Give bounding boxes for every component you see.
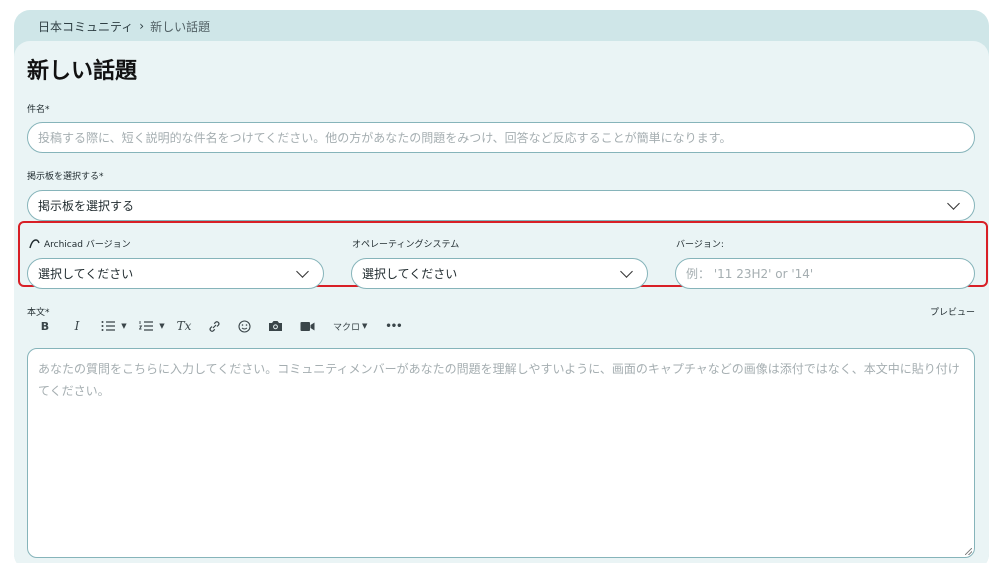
numbered-list-icon[interactable] xyxy=(138,318,154,334)
board-select[interactable]: 掲示板を選択する xyxy=(27,190,975,221)
archicad-version-label-text: Archicad バージョン xyxy=(44,240,131,250)
body-label: 本文* xyxy=(27,308,50,318)
board-label: 掲示板を選択する* xyxy=(27,172,104,182)
version-label: バージョン: xyxy=(676,240,724,250)
macro-dropdown[interactable]: マクロ ▼ xyxy=(333,318,367,334)
version-field-wrapper xyxy=(675,258,975,289)
editor-toolbar: B I ▼ ▼ Tx マクロ ▼ ••• xyxy=(38,318,403,334)
bullet-list-icon[interactable] xyxy=(100,318,116,334)
video-icon[interactable] xyxy=(299,318,315,334)
camera-icon[interactable] xyxy=(267,318,283,334)
more-options-button[interactable]: ••• xyxy=(385,318,402,334)
caret-down-icon[interactable]: ▼ xyxy=(158,318,166,334)
os-select[interactable]: 選択してください xyxy=(351,258,648,289)
breadcrumb-separator: › xyxy=(139,19,145,33)
body-placeholder: あなたの質問をこちらに入力してください。コミュニティメンバーがあなたの問題を理解… xyxy=(38,362,960,398)
caret-down-icon: ▼ xyxy=(362,322,368,330)
os-label: オペレーティングシステム xyxy=(352,240,460,250)
preview-link[interactable]: プレビュー xyxy=(930,305,975,318)
breadcrumb-parent-link[interactable]: 日本コミュニティ xyxy=(38,18,133,35)
version-input[interactable] xyxy=(686,266,964,281)
clear-format-button[interactable]: Tx xyxy=(176,318,192,334)
board-select-value: 掲示板を選択する xyxy=(38,199,135,213)
page-frame: 日本コミュニティ › 新しい話題 新しい話題 件名* 掲示板を選択する* 掲示板… xyxy=(14,10,989,563)
resize-handle-icon[interactable] xyxy=(965,548,972,555)
caret-down-icon[interactable]: ▼ xyxy=(120,318,128,334)
archicad-logo-icon xyxy=(29,238,40,248)
macro-label: マクロ xyxy=(333,322,361,333)
chevron-down-icon xyxy=(947,196,960,210)
chevron-down-icon xyxy=(620,264,633,278)
os-select-value: 選択してください xyxy=(362,267,458,281)
new-topic-form: 新しい話題 件名* 掲示板を選択する* 掲示板を選択する Archicad バー… xyxy=(14,41,989,563)
breadcrumb-current: 新しい話題 xyxy=(150,19,211,34)
italic-button[interactable]: I xyxy=(69,318,85,334)
link-icon[interactable] xyxy=(206,318,222,334)
subject-field-wrapper xyxy=(27,122,975,153)
emoji-icon[interactable] xyxy=(236,318,252,334)
body-editor[interactable]: あなたの質問をこちらに入力してください。コミュニティメンバーがあなたの問題を理解… xyxy=(27,348,975,558)
archicad-version-select-value: 選択してください xyxy=(38,267,134,281)
page-title: 新しい話題 xyxy=(27,59,138,84)
archicad-version-select[interactable]: 選択してください xyxy=(27,258,324,289)
bold-button[interactable]: B xyxy=(38,318,52,334)
archicad-version-label: Archicad バージョン xyxy=(29,237,131,250)
breadcrumb: 日本コミュニティ › 新しい話題 xyxy=(38,18,210,34)
subject-input[interactable] xyxy=(38,130,964,145)
subject-label: 件名* xyxy=(27,105,50,115)
chevron-down-icon xyxy=(296,264,309,278)
